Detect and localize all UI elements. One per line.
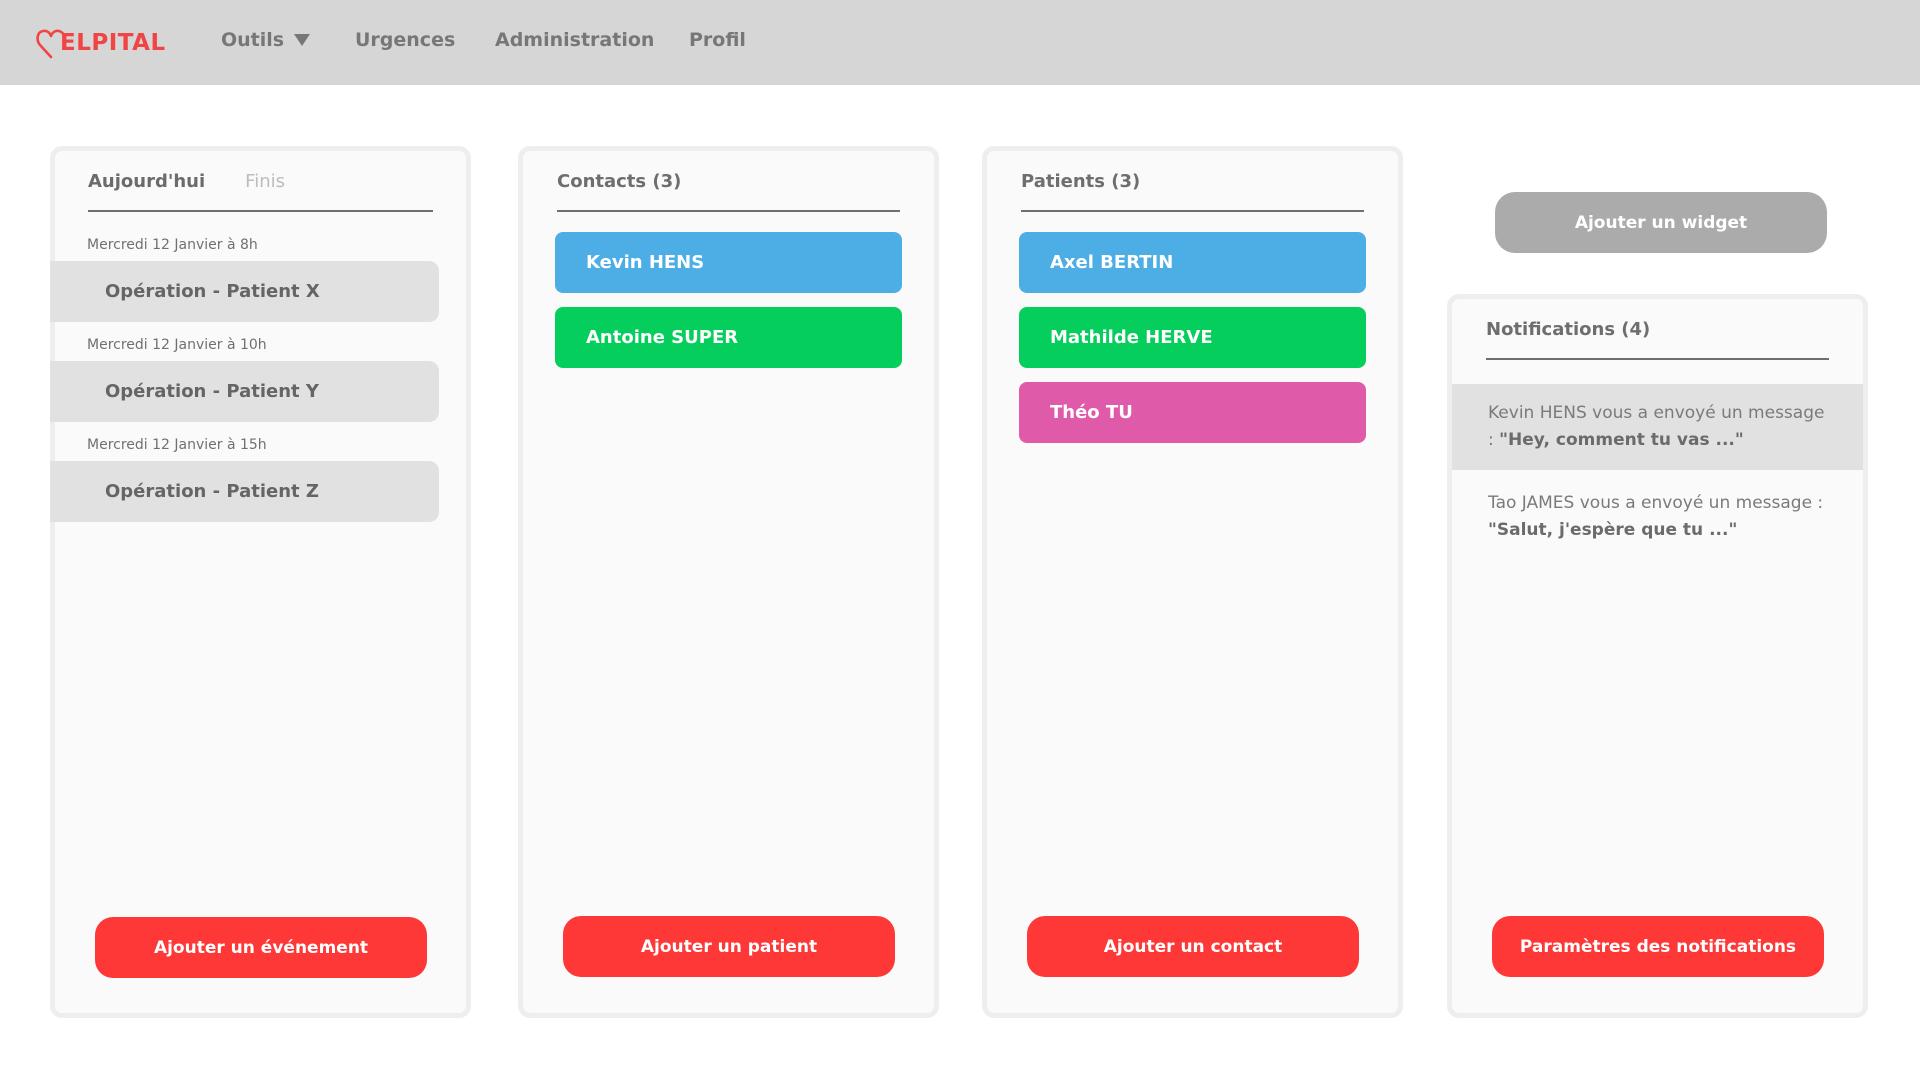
contacts-title: Contacts (3) [557,171,682,192]
event-title: Opération - Patient X [105,281,320,302]
patients-header: Patients (3) [1021,171,1364,212]
notification-item[interactable]: Tao JAMES vous a envoyé un message : "Sa… [1452,474,1863,560]
notifications-panel: Notifications (4) Kevin HENS vous a envo… [1447,294,1868,1018]
patients-panel: Patients (3) Axel BERTIN Mathilde HERVE … [982,146,1403,1018]
event-item[interactable]: Opération - Patient Z [50,461,439,522]
events-panel: Aujourd'hui Finis Mercredi 12 Janvier à … [50,146,471,1018]
contact-name: Antoine SUPER [586,327,739,348]
logo-text: ELPITAL [60,30,166,56]
contacts-panel: Contacts (3) Kevin HENS Antoine SUPER Aj… [518,146,939,1018]
notification-quote: "Salut, j'espère que tu ..." [1488,520,1738,540]
patient-card[interactable]: Théo TU [1019,382,1366,443]
add-widget-button[interactable]: Ajouter un widget [1495,192,1827,253]
nav-urgences[interactable]: Urgences [355,29,455,51]
event-item[interactable]: Opération - Patient X [50,261,439,322]
contacts-header: Contacts (3) [557,171,900,212]
notification-settings-button[interactable]: Paramètres des notifications [1492,916,1824,977]
event-title: Opération - Patient Y [105,381,319,402]
event-date: Mercredi 12 Janvier à 10h [87,337,267,353]
nav-administration[interactable]: Administration [495,29,654,51]
notification-text: Tao JAMES vous a envoyé un message : [1488,493,1824,513]
event-date: Mercredi 12 Janvier à 15h [87,437,267,453]
patient-name: Théo TU [1050,402,1133,423]
contact-card[interactable]: Kevin HENS [555,232,902,293]
tab-finis[interactable]: Finis [245,171,285,192]
tab-aujourdhui[interactable]: Aujourd'hui [88,171,205,192]
patient-name: Mathilde HERVE [1050,327,1213,348]
logo[interactable]: ELPITAL [36,26,166,60]
nav-outils[interactable]: Outils [221,29,311,51]
nav-urgences-label: Urgences [355,29,456,51]
event-title: Opération - Patient Z [105,481,319,502]
contact-name: Kevin HENS [586,252,705,273]
event-item[interactable]: Opération - Patient Y [50,361,439,422]
notification-item[interactable]: Kevin HENS vous a envoyé un message : "H… [1452,384,1863,470]
top-navigation-bar: ELPITAL Outils Urgences Administration P… [0,0,1920,85]
nav-administration-label: Administration [495,29,655,51]
patient-card[interactable]: Mathilde HERVE [1019,307,1366,368]
patient-card[interactable]: Axel BERTIN [1019,232,1366,293]
event-date: Mercredi 12 Janvier à 8h [87,237,258,253]
notification-quote: "Hey, comment tu vas ..." [1499,430,1744,450]
nav-profil[interactable]: Profil [689,29,746,51]
add-patient-button[interactable]: Ajouter un patient [563,916,895,977]
events-tabs: Aujourd'hui Finis [88,171,433,212]
notifications-header: Notifications (4) [1486,319,1829,360]
nav-outils-label: Outils [221,29,285,51]
patient-name: Axel BERTIN [1050,252,1174,273]
add-contact-button[interactable]: Ajouter un contact [1027,916,1359,977]
add-event-button[interactable]: Ajouter un événement [95,917,427,978]
notifications-title: Notifications (4) [1486,319,1651,340]
caret-down-icon [294,34,311,46]
nav-profil-label: Profil [689,29,746,51]
contact-card[interactable]: Antoine SUPER [555,307,902,368]
patients-title: Patients (3) [1021,171,1141,192]
